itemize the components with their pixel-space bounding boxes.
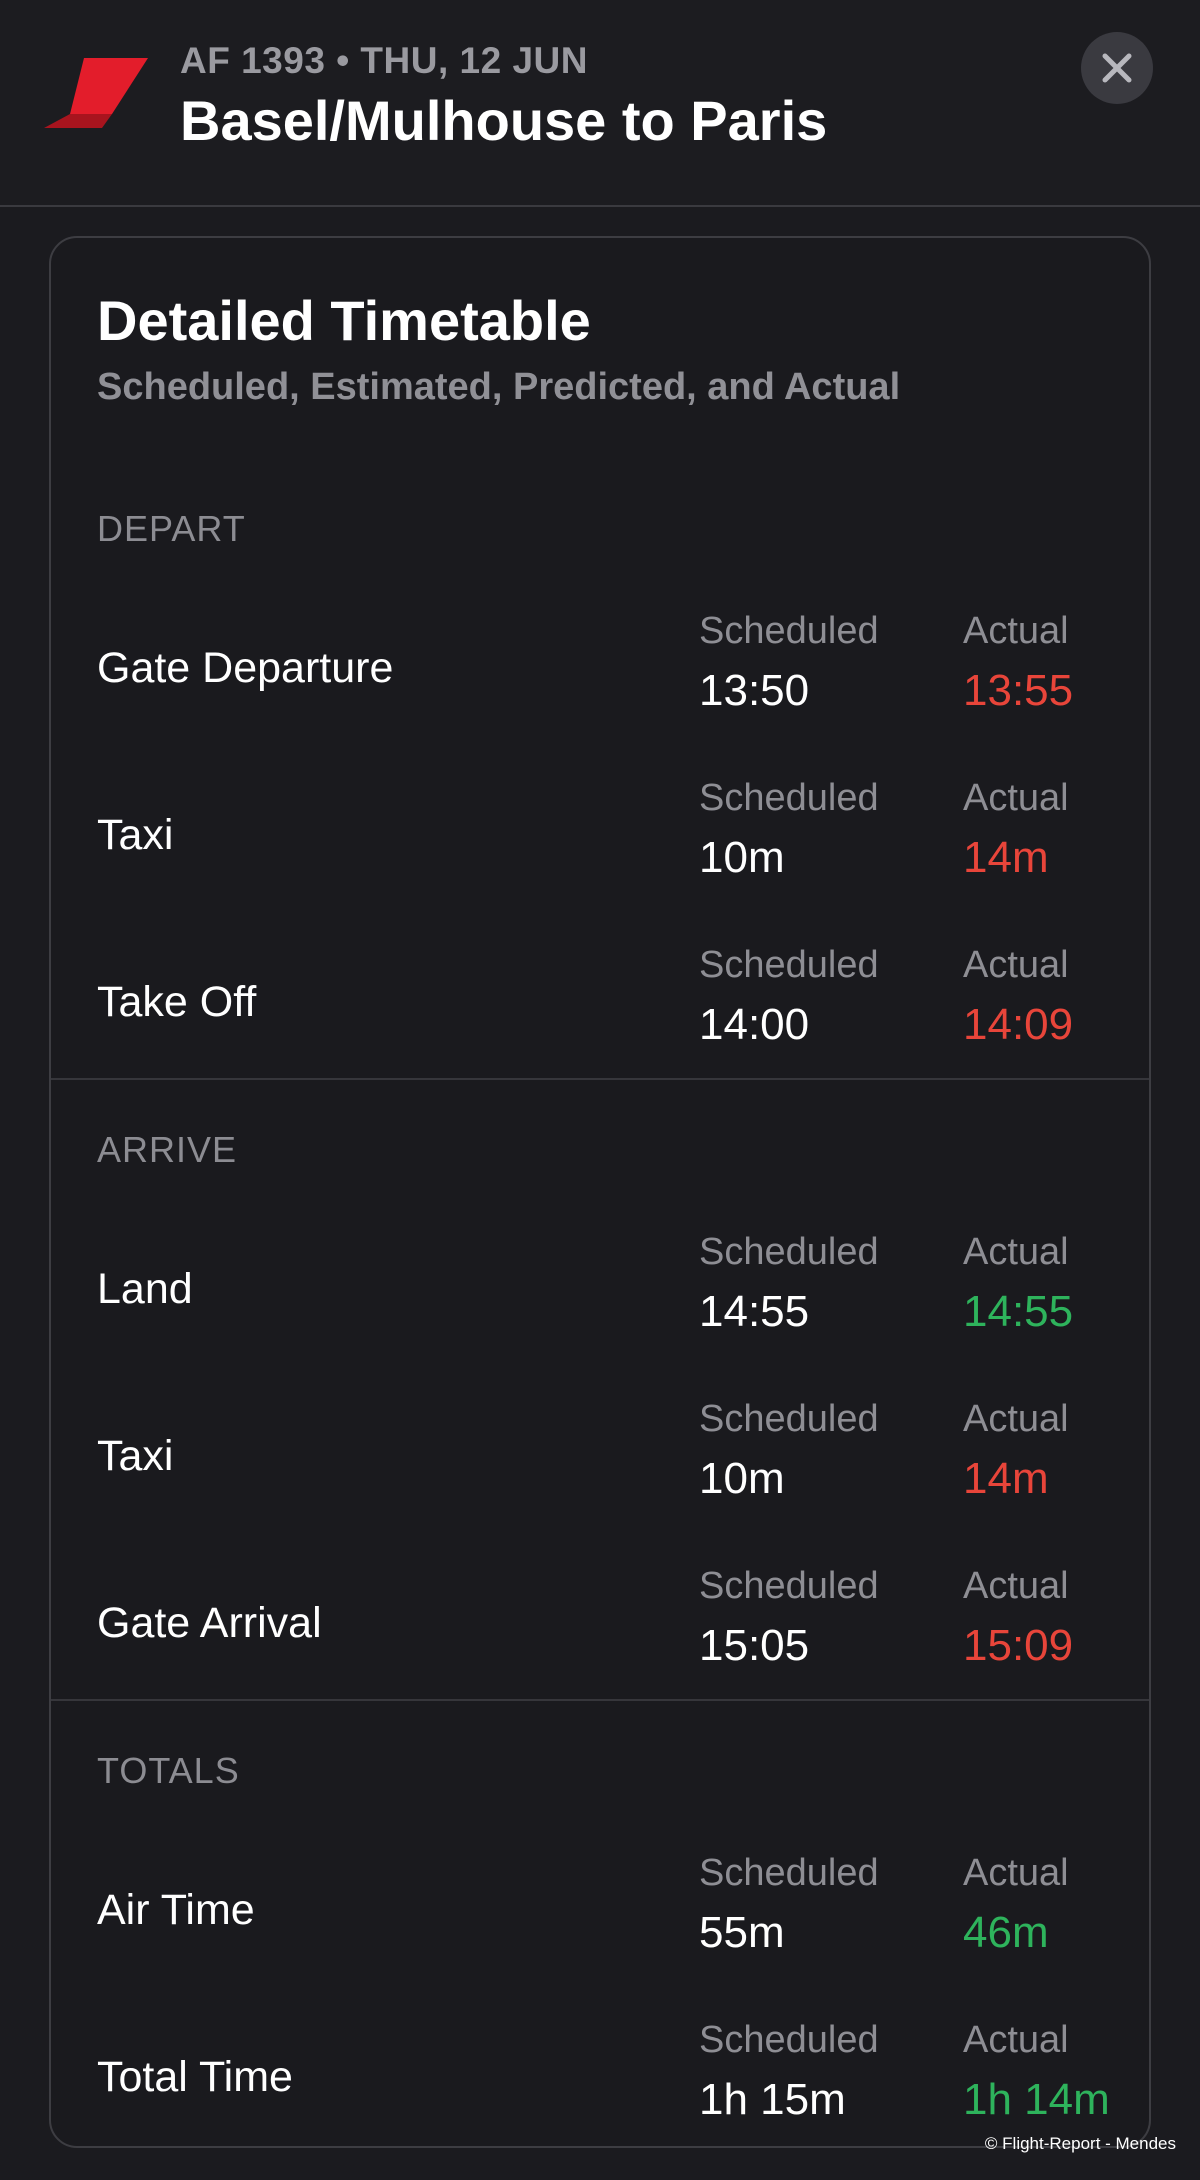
actual-value: 46m [963,1908,1049,1957]
scheduled-value: 10m [699,1454,785,1503]
actual-label: Actual [963,2019,1069,2061]
scheduled-label: Scheduled [699,1398,879,1440]
actual-value: 14:55 [963,1287,1074,1336]
section-divider [51,1699,1149,1701]
flight-number-date: AF 1393 • THU, 12 JUN [180,40,588,81]
scheduled-value: 14:00 [699,1000,810,1049]
route-title: Basel/Mulhouse to Paris [180,89,828,152]
actual-label: Actual [963,1565,1069,1607]
actual-label: Actual [963,944,1069,986]
scheduled-label: Scheduled [699,944,879,986]
row-taxi-out: Taxi Scheduled Actual 10m 14m [51,761,1149,911]
detailed-timetable-card: Detailed Timetable Scheduled, Estimated,… [49,236,1151,2148]
row-air-time: Air Time Scheduled Actual 55m 46m [51,1836,1149,1986]
actual-value: 1h 14m [963,2075,1110,2124]
actual-value: 14m [963,1454,1049,1503]
actual-label: Actual [963,1231,1069,1273]
scheduled-label: Scheduled [699,1565,879,1607]
section-header-totals: TOTALS [97,1750,240,1791]
scheduled-value: 10m [699,833,785,882]
card-title: Detailed Timetable [97,289,591,352]
scheduled-label: Scheduled [699,777,879,819]
row-gate-departure: Gate Departure Scheduled Actual 13:50 13… [51,594,1149,744]
airline-logo-icon [44,58,148,128]
row-label: Taxi [97,1432,174,1480]
flight-header: AF 1393 • THU, 12 JUN Basel/Mulhouse to … [0,0,1200,207]
actual-label: Actual [963,777,1069,819]
scheduled-value: 13:50 [699,666,810,715]
scheduled-value: 55m [699,1908,785,1957]
row-label: Air Time [97,1886,255,1934]
close-icon [1102,53,1132,83]
actual-label: Actual [963,610,1069,652]
actual-value: 14m [963,833,1049,882]
scheduled-label: Scheduled [699,1852,879,1894]
row-take-off: Take Off Scheduled Actual 14:00 14:09 [51,928,1149,1078]
actual-label: Actual [963,1398,1069,1440]
scheduled-label: Scheduled [699,2019,879,2061]
row-land: Land Scheduled Actual 14:55 14:55 [51,1215,1149,1365]
actual-label: Actual [963,1852,1069,1894]
row-label: Gate Departure [97,644,394,692]
row-label: Total Time [97,2053,293,2101]
scheduled-value: 14:55 [699,1287,810,1336]
section-header-arrive: ARRIVE [97,1129,238,1170]
scheduled-label: Scheduled [699,610,879,652]
row-label: Take Off [97,978,257,1026]
row-taxi-in: Taxi Scheduled Actual 10m 14m [51,1382,1149,1532]
actual-value: 15:09 [963,1621,1074,1670]
row-label: Land [97,1265,193,1313]
scheduled-value: 1h 15m [699,2075,846,2124]
actual-value: 13:55 [963,666,1074,715]
row-label: Taxi [97,811,174,859]
section-divider [51,1078,1149,1080]
row-label: Gate Arrival [97,1599,322,1647]
close-button[interactable] [1081,32,1153,104]
section-header-depart: DEPART [97,508,246,549]
scheduled-value: 15:05 [699,1621,810,1670]
actual-value: 14:09 [963,1000,1074,1049]
row-total-time: Total Time Scheduled Actual 1h 15m 1h 14… [51,2003,1149,2153]
card-subtitle: Scheduled, Estimated, Predicted, and Act… [97,366,901,408]
scheduled-label: Scheduled [699,1231,879,1273]
copyright-watermark: © Flight-Report - Mendes [984,2134,1176,2153]
row-gate-arrival: Gate Arrival Scheduled Actual 15:05 15:0… [51,1549,1149,1699]
